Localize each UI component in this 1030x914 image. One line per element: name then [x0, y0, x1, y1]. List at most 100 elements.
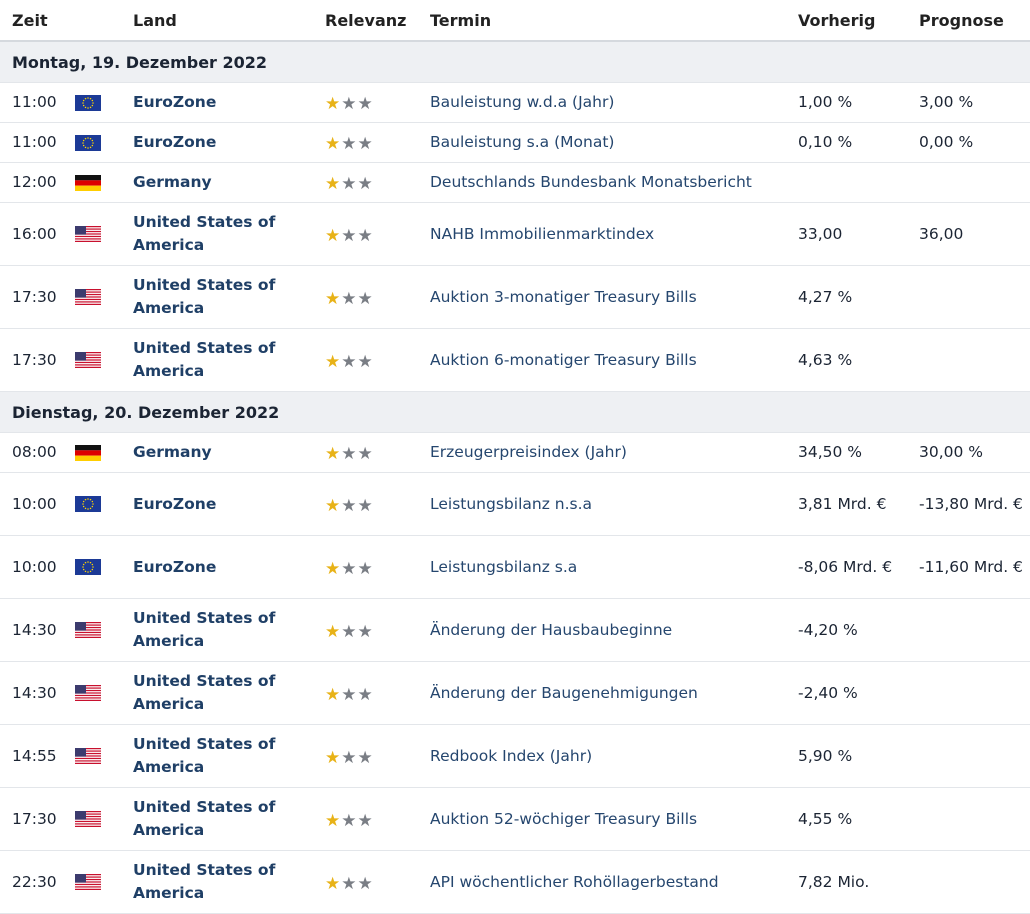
previous-value: 0,10 %: [798, 122, 919, 163]
event-row[interactable]: 11:00 EuroZone ★ ★ ★ Bauleistung w.d.a (Jahr)…: [0, 82, 1030, 123]
star-icon: ★: [325, 288, 341, 309]
previous-value: 33,00: [798, 202, 919, 266]
event-time: 14:55: [0, 724, 75, 788]
flag-cell: [75, 787, 133, 851]
event-row[interactable]: 17:30 United States of America ★ ★ ★ Auktion …: [0, 787, 1030, 851]
country-cell: EuroZone: [133, 472, 325, 536]
star-icon: ★: [357, 621, 373, 642]
country-link[interactable]: EuroZone: [133, 558, 216, 576]
country-link[interactable]: United States of America: [133, 339, 275, 380]
country-link[interactable]: Germany: [133, 443, 212, 461]
flag-cell: [75, 661, 133, 725]
event-time: 14:30: [0, 598, 75, 662]
event-row[interactable]: 16:00 United States of America ★ ★ ★ NAHB Imm…: [0, 202, 1030, 266]
star-icon: ★: [357, 351, 373, 372]
event-time: 11:00: [0, 82, 75, 123]
country-link[interactable]: EuroZone: [133, 133, 216, 151]
eu-flag-icon: [75, 94, 101, 111]
relevance-stars: ★ ★ ★: [325, 686, 373, 704]
previous-value: 1,00 %: [798, 82, 919, 123]
star-icon: ★: [341, 621, 357, 642]
relevance-cell: ★ ★ ★: [325, 724, 430, 788]
country-cell: EuroZone: [133, 535, 325, 599]
event-cell: Auktion 3-monatiger Treasury Bills: [430, 265, 798, 329]
flag-cell: [75, 850, 133, 914]
country-link[interactable]: EuroZone: [133, 93, 216, 111]
event-row[interactable]: 10:00 EuroZone ★ ★ ★ Leistungsbilanz n.s.a 3,8…: [0, 472, 1030, 536]
event-row[interactable]: 10:00 EuroZone ★ ★ ★ Leistungsbilanz s.a -8,06…: [0, 535, 1030, 599]
country-link[interactable]: United States of America: [133, 213, 275, 254]
event-link[interactable]: Redbook Index (Jahr): [430, 747, 592, 765]
country-link[interactable]: Germany: [133, 173, 212, 191]
forecast-value: [919, 162, 1030, 203]
star-icon: ★: [341, 225, 357, 246]
event-row[interactable]: 17:30 United States of America ★ ★ ★ Auktion …: [0, 265, 1030, 329]
country-link[interactable]: United States of America: [133, 672, 275, 713]
country-link[interactable]: United States of America: [133, 735, 275, 776]
previous-value: 4,63 %: [798, 328, 919, 392]
event-link[interactable]: Änderung der Baugenehmigungen: [430, 684, 698, 702]
event-cell: Bauleistung s.a (Monat): [430, 122, 798, 163]
relevance-stars: ★ ★ ★: [325, 225, 373, 246]
star-icon: ★: [325, 558, 341, 579]
previous-value: -8,06 Mrd. €: [798, 535, 919, 599]
event-row[interactable]: 14:30 United States of America ★ ★ ★ Änderung…: [0, 598, 1030, 662]
event-time: 22:30: [0, 850, 75, 914]
header-row: Zeit Land Relevanz Termin Vorherig Progn…: [0, 0, 1030, 42]
event-row[interactable]: 08:00 Germany ★ ★ ★ Erzeugerpreisindex (Jahr)…: [0, 432, 1030, 473]
star-icon: ★: [325, 495, 341, 516]
event-cell: Bauleistung w.d.a (Jahr): [430, 82, 798, 123]
event-row[interactable]: 11:00 EuroZone ★ ★ ★ Bauleistung s.a (Monat) 0…: [0, 122, 1030, 163]
event-link[interactable]: Auktion 3-monatiger Treasury Bills: [430, 288, 697, 306]
event-cell: Deutschlands Bundesbank Monatsbericht: [430, 162, 798, 203]
country-link[interactable]: EuroZone: [133, 495, 216, 513]
country-link[interactable]: United States of America: [133, 861, 275, 902]
event-row[interactable]: 12:00 Germany ★ ★ ★ Deutschlands Bundesbank M…: [0, 162, 1030, 203]
event-cell: Auktion 6-monatiger Treasury Bills: [430, 328, 798, 392]
event-link[interactable]: Auktion 6-monatiger Treasury Bills: [430, 351, 697, 369]
relevance-stars: ★ ★ ★: [325, 621, 373, 642]
event-link[interactable]: NAHB Immobilienmarktindex: [430, 225, 654, 243]
day-label: Dienstag, 20. Dezember 2022: [0, 391, 1030, 433]
header-previous[interactable]: Vorherig: [798, 0, 919, 42]
star-icon: ★: [357, 747, 373, 768]
country-link[interactable]: United States of America: [133, 609, 275, 650]
us-flag-icon: [75, 685, 101, 701]
header-relevance[interactable]: Relevanz: [325, 0, 430, 42]
event-link[interactable]: Deutschlands Bundesbank Monatsbericht: [430, 173, 752, 191]
event-row[interactable]: 14:30 United States of America ★ ★ ★ Änderung…: [0, 661, 1030, 725]
event-time: 11:00: [0, 122, 75, 163]
header-event[interactable]: Termin: [430, 0, 798, 42]
event-link[interactable]: Auktion 52-wöchiger Treasury Bills: [430, 810, 697, 828]
star-icon: ★: [341, 873, 357, 894]
event-cell: Änderung der Baugenehmigungen: [430, 661, 798, 725]
header-country[interactable]: Land: [133, 0, 325, 42]
relevance-cell: ★ ★ ★: [325, 598, 430, 662]
country-link[interactable]: United States of America: [133, 276, 275, 317]
star-icon: ★: [341, 174, 357, 194]
event-link[interactable]: Änderung der Hausbaubeginne: [430, 621, 672, 639]
country-cell: Germany: [133, 432, 325, 473]
event-row[interactable]: 17:30 United States of America ★ ★ ★ Auktion …: [0, 328, 1030, 392]
event-link[interactable]: Bauleistung w.d.a (Jahr): [430, 93, 614, 111]
relevance-stars: ★ ★ ★: [325, 288, 373, 309]
event-link[interactable]: Leistungsbilanz n.s.a: [430, 495, 592, 513]
country-link[interactable]: United States of America: [133, 798, 275, 839]
event-row[interactable]: 14:55 United States of America ★ ★ ★ Redbook …: [0, 724, 1030, 788]
star-icon: ★: [357, 495, 373, 516]
event-row[interactable]: 22:30 United States of America ★ ★ ★ API wöch…: [0, 850, 1030, 914]
header-forecast[interactable]: Prognose: [919, 0, 1030, 42]
previous-value: 4,27 %: [798, 265, 919, 329]
relevance-cell: ★ ★ ★: [325, 535, 430, 599]
event-link[interactable]: Leistungsbilanz s.a: [430, 558, 577, 576]
event-cell: NAHB Immobilienmarktindex: [430, 202, 798, 266]
forecast-value: [919, 724, 1030, 788]
event-link[interactable]: API wöchentlicher Rohöllagerbestand: [430, 873, 719, 891]
header-time[interactable]: Zeit: [0, 0, 75, 42]
event-link[interactable]: Bauleistung s.a (Monat): [430, 133, 614, 151]
event-link[interactable]: Erzeugerpreisindex (Jahr): [430, 443, 627, 461]
star-icon: ★: [341, 810, 357, 831]
us-flag-icon: [75, 622, 101, 638]
day-header-row: Dienstag, 20. Dezember 2022: [0, 391, 1030, 433]
flag-cell: [75, 598, 133, 662]
